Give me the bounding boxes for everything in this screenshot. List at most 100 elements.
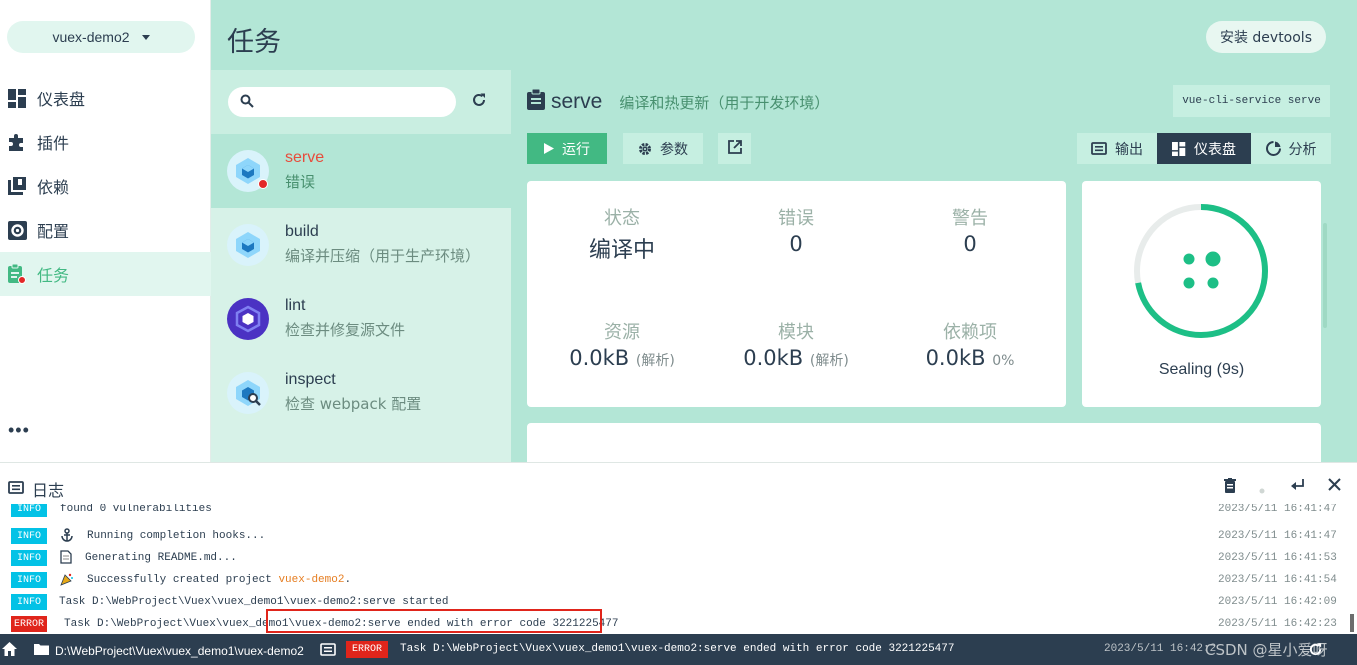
home-icon[interactable] — [2, 642, 17, 659]
puzzle-icon — [7, 132, 27, 152]
task-name: inspect — [285, 371, 336, 388]
error-status-dot — [258, 179, 268, 189]
sidebar-item-config[interactable]: 配置 — [0, 208, 211, 252]
task-description: 编译和热更新（用于开发环境） — [619, 93, 830, 112]
sidebar-nav: 仪表盘 插件 依赖 配置 任务 — [0, 76, 211, 296]
task-description: 编译并压缩（用于生产环境） — [285, 247, 481, 265]
task-item-inspect[interactable]: inspect 检查 webpack 配置 — [211, 356, 511, 430]
clear-log-icon[interactable] — [1224, 478, 1236, 498]
stat-label: 模块 — [778, 322, 814, 343]
open-in-new-button[interactable] — [718, 133, 751, 164]
sidebar-item-label: 仪表盘 — [37, 90, 86, 109]
run-button[interactable]: 运行 — [527, 133, 607, 164]
stat-warnings: 警告 0 — [890, 204, 1050, 256]
status-message[interactable]: Task D:\WebProject\Vuex\vuex_demo1\vuex-… — [400, 643, 955, 655]
log-line: INFO Running completion hooks... 2023/5/… — [0, 525, 1357, 547]
scrollbar[interactable] — [1323, 223, 1327, 328]
tab-analyze[interactable]: 分析 — [1251, 133, 1331, 164]
stat-value: 编译中 — [588, 238, 655, 263]
message-icon — [1091, 141, 1107, 156]
parameters-label: 参数 — [660, 141, 688, 158]
more-icon[interactable]: ••• — [8, 420, 30, 441]
project-path[interactable]: D:\WebProject\Vuex\vuex_demo1\vuex-demo2 — [34, 643, 304, 658]
task-description: 错误 — [285, 173, 316, 191]
log-tag: INFO — [11, 594, 47, 610]
sidebar-item-tasks[interactable]: 任务 — [0, 252, 211, 296]
stat-unit: (解析) — [809, 353, 849, 369]
output-label: 输出 — [1115, 141, 1143, 158]
progress-ring — [1134, 204, 1268, 338]
project-path-text: D:\WebProject\Vuex\vuex_demo1\vuex-demo2 — [55, 643, 304, 658]
next-card — [527, 423, 1321, 463]
log-tag: INFO — [11, 550, 47, 566]
log-scrollbar[interactable] — [1350, 614, 1354, 632]
sidebar-item-label: 配置 — [37, 222, 70, 241]
analyze-label: 分析 — [1288, 141, 1317, 158]
log-title-text: 日志 — [32, 481, 65, 500]
tab-output[interactable]: 输出 — [1077, 133, 1157, 164]
stat-label: 错误 — [778, 208, 814, 229]
sidebar-item-label: 插件 — [37, 134, 70, 153]
log-time: 2023/5/11 16:41:53 — [1218, 552, 1337, 564]
highlight-box — [266, 609, 602, 633]
task-name: serve — [285, 149, 325, 166]
stat-value: 0.0kB — [569, 346, 630, 370]
log-message: Generating README.md... — [85, 552, 237, 564]
task-header: serve 编译和热更新（用于开发环境） — [527, 88, 830, 115]
tab-dashboard[interactable]: 仪表盘 — [1157, 133, 1251, 164]
stat-label: 依赖项 — [943, 322, 997, 343]
install-devtools-button[interactable]: 安装 devtools — [1205, 21, 1326, 53]
close-icon[interactable] — [1328, 478, 1341, 496]
parameters-button[interactable]: 参数 — [623, 133, 703, 164]
sidebar-item-dependencies[interactable]: 依赖 — [0, 164, 211, 208]
message-icon[interactable] — [320, 643, 336, 660]
top-bar: 任务 安装 devtools — [211, 0, 1357, 70]
stat-value: 0.0kB — [925, 346, 986, 370]
stat-errors: 错误 0 — [716, 204, 876, 256]
sidebar-item-label: 任务 — [37, 266, 70, 285]
log-panel: 日志 INFO found 0 vulnerabilities 2023/5/1… — [0, 462, 1357, 634]
wrap-icon[interactable] — [1290, 478, 1306, 498]
status-time: 2023/5/11 16:42:2 — [1104, 643, 1217, 655]
log-line-error: ERROR Task D:\WebProject\Vuex\vuex_demo1… — [0, 613, 1357, 635]
webpack-icon — [227, 224, 269, 266]
log-title: 日志 — [8, 477, 64, 501]
log-tag: ERROR — [11, 616, 47, 632]
refresh-icon[interactable] — [471, 92, 487, 113]
stat-value: 0.0kB — [743, 346, 804, 370]
settings-icon — [7, 220, 27, 240]
dots-icon — [1183, 251, 1221, 289]
search-bar — [211, 70, 511, 134]
project-link: vuex-demo2 — [278, 574, 345, 586]
task-item-serve[interactable]: serve 错误 — [211, 134, 511, 208]
dashboard-icon — [7, 88, 27, 108]
task-item-build[interactable]: build 编译并压缩（用于生产环境） — [211, 208, 511, 282]
status-error-tag: ERROR — [346, 641, 388, 658]
task-detail: serve 编译和热更新（用于开发环境） vue-cli-service ser… — [511, 70, 1357, 463]
anchor-icon — [60, 528, 74, 542]
tasks-icon — [7, 264, 27, 284]
refresh-icon[interactable] — [1308, 642, 1323, 660]
project-selector[interactable]: vuex-demo2 — [7, 21, 195, 53]
progress-card: Sealing (9s) — [1082, 181, 1321, 407]
stat-value: 0 — [963, 232, 977, 256]
pie-chart-icon — [1265, 141, 1281, 156]
dashboard-label: 仪表盘 — [1194, 141, 1236, 158]
dashboard-icon — [1172, 141, 1186, 156]
task-description: 检查 webpack 配置 — [285, 395, 422, 413]
stat-label: 状态 — [604, 208, 640, 229]
task-item-lint[interactable]: lint 检查并修复源文件 — [211, 282, 511, 356]
stat-unit: 0% — [992, 353, 1015, 369]
webpack-inspect-icon — [227, 372, 269, 414]
search-input[interactable] — [228, 87, 456, 117]
party-icon — [60, 572, 74, 586]
log-time: 2023/5/11 16:41:47 — [1218, 530, 1337, 542]
clipboard-icon — [527, 88, 545, 115]
sidebar-item-plugins[interactable]: 插件 — [0, 120, 211, 164]
task-list: serve 错误 build 编译并压缩（用于生产环境） lint 检查并修复源… — [211, 70, 511, 462]
command-badge: vue-cli-service serve — [1173, 85, 1330, 117]
sidebar-item-dashboard[interactable]: 仪表盘 — [0, 76, 211, 120]
document-icon — [60, 550, 74, 564]
log-message-text: Successfully created project — [87, 574, 279, 586]
stat-status: 状态 编译中 — [542, 204, 702, 264]
